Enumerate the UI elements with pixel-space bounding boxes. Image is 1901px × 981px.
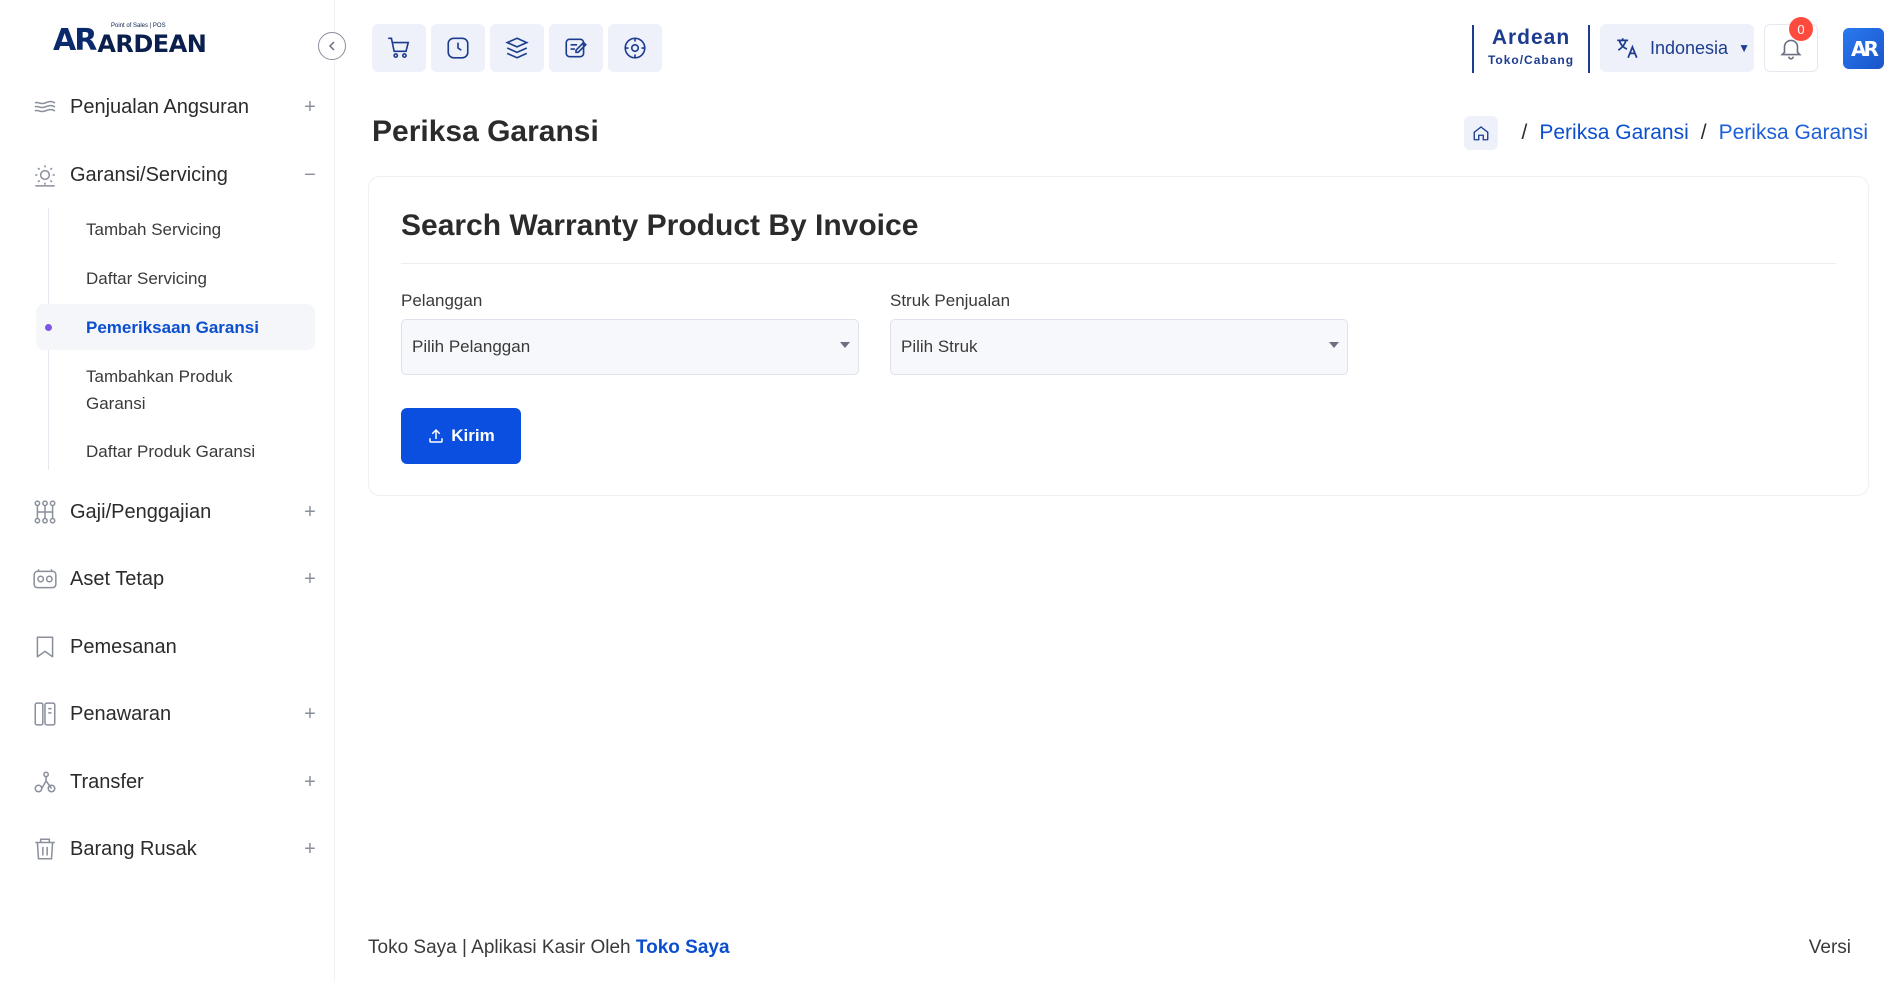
submit-button[interactable]: Kirim	[401, 408, 521, 464]
cart-icon	[388, 37, 410, 59]
sidebar-item-label: Gaji/Penggajian	[70, 500, 212, 523]
upload-icon	[429, 428, 444, 443]
submenu-item-label: Daftar Servicing	[86, 269, 207, 288]
sidebar: Point of Sales | POS AR ARDEAN Penjualan…	[0, 0, 335, 981]
sidebar-item-aset-tetap[interactable]: Aset Tetap +	[30, 559, 320, 599]
history-button[interactable]	[431, 24, 485, 72]
submenu-item-pemeriksaan-garansi[interactable]: Pemeriksaan Garansi	[36, 304, 315, 350]
sidebar-item-gaji-penggajian[interactable]: Gaji/Penggajian +	[30, 492, 320, 532]
hierarchy-icon	[30, 497, 60, 527]
breadcrumb-separator: /	[1700, 121, 1707, 144]
top-bar: Ardean Toko/Cabang Indonesia ▼ 0 AR	[336, 0, 1901, 98]
sidebar-item-label: Aset Tetap	[70, 567, 165, 590]
submenu-item-daftar-produk-garansi[interactable]: Daftar Produk Garansi	[36, 438, 315, 465]
card-title: Search Warranty Product By Invoice	[401, 209, 919, 242]
sidebar-item-label: Penjualan Angsuran	[70, 95, 250, 118]
caret-down-icon	[840, 342, 850, 348]
sidebar-item-label: Penawaran	[70, 702, 172, 725]
page-title: Periksa Garansi	[372, 115, 599, 148]
sidebar-item-transfer[interactable]: Transfer +	[30, 762, 320, 802]
customer-label: Pelanggan	[401, 291, 483, 310]
sidebar-item-garansi-servicing[interactable]: Garansi/Servicing −	[30, 155, 320, 195]
expand-icon: +	[304, 567, 316, 590]
card-divider	[401, 263, 1836, 264]
layers-icon	[505, 37, 529, 59]
logo[interactable]: Point of Sales | POS AR ARDEAN	[53, 23, 207, 58]
document-offer-icon	[30, 699, 60, 729]
stock-button[interactable]	[490, 24, 544, 72]
breadcrumb-current: Periksa Garansi	[1718, 121, 1868, 144]
active-dot-icon	[45, 323, 52, 331]
footer-brand-link[interactable]: Toko Saya	[636, 937, 730, 958]
store-selector[interactable]: Ardean Toko/Cabang	[1472, 25, 1590, 73]
breadcrumb-item[interactable]: Periksa Garansi	[1539, 121, 1688, 145]
submit-label: Kirim	[451, 426, 495, 445]
expand-icon: +	[304, 702, 316, 725]
home-icon	[1473, 126, 1488, 141]
expand-icon: +	[304, 500, 316, 523]
expand-icon: +	[304, 837, 316, 860]
breadcrumb: / Periksa Garansi / Periksa Garansi	[1463, 116, 1868, 150]
sidebar-item-label: Transfer	[70, 770, 144, 793]
asset-box-icon	[30, 564, 60, 594]
sidebar-item-penawaran[interactable]: Penawaran +	[30, 694, 320, 734]
speedometer-icon	[624, 37, 646, 59]
language-label: Indonesia	[1650, 37, 1729, 58]
sun-horizon-icon	[30, 160, 60, 190]
logo-text: ARDEAN	[97, 30, 207, 58]
expand-icon: +	[304, 770, 316, 793]
transfer-route-icon	[30, 767, 60, 797]
logo-tagline: Point of Sales | POS	[111, 23, 166, 29]
language-dropdown[interactable]: Indonesia ▼	[1600, 24, 1754, 72]
collapse-icon: −	[304, 163, 316, 186]
version-label: Versi	[1808, 937, 1851, 958]
chevron-left-icon	[328, 41, 335, 51]
warranty-search-card: Search Warranty Product By Invoice Pelan…	[368, 176, 1869, 496]
submenu-item-label: Tambah Servicing	[86, 220, 222, 239]
sidebar-item-barang-rusak[interactable]: Barang Rusak +	[30, 829, 320, 869]
sidebar-item-label: Garansi/Servicing	[70, 163, 228, 186]
store-type: Toko/Cabang	[1487, 53, 1575, 67]
caret-down-icon	[1329, 342, 1339, 348]
logo-mark: AR	[53, 23, 97, 58]
submenu-item-label: Daftar Produk Garansi	[86, 442, 256, 461]
store-name: Ardean	[1491, 26, 1571, 49]
breadcrumb-home[interactable]	[1463, 116, 1498, 150]
customer-select-value: Pilih Pelanggan	[412, 337, 531, 356]
dashboard-button[interactable]	[608, 24, 662, 72]
submenu-item-label: Tambahkan Produk Garansi	[86, 367, 233, 413]
submenu-item-tambah-servicing[interactable]: Tambah Servicing	[36, 216, 315, 243]
receipt-select-value: Pilih Struk	[901, 337, 978, 356]
notes-button[interactable]	[549, 24, 603, 72]
edit-note-icon	[565, 38, 587, 58]
submenu-item-daftar-servicing[interactable]: Daftar Servicing	[36, 265, 315, 292]
footer-text: Toko Saya | Aplikasi Kasir Oleh	[368, 937, 636, 958]
submenu-item-label: Pemeriksaan Garansi	[86, 317, 259, 337]
expand-icon: +	[304, 95, 316, 118]
layers-wave-icon	[30, 92, 60, 122]
trash-icon	[30, 834, 60, 864]
sidebar-item-penjualan-angsuran[interactable]: Penjualan Angsuran +	[30, 87, 320, 127]
notification-count-badge: 0	[1789, 17, 1813, 41]
sidebar-item-pemesanan[interactable]: Pemesanan	[30, 627, 320, 667]
pos-cart-button[interactable]	[372, 24, 426, 72]
sidebar-item-label: Barang Rusak	[70, 837, 197, 860]
bookmark-icon	[30, 632, 60, 662]
customer-select[interactable]: Pilih Pelanggan	[401, 319, 859, 375]
user-avatar[interactable]: AR	[1843, 28, 1884, 69]
receipt-select[interactable]: Pilih Struk	[890, 319, 1348, 375]
footer: Toko Saya | Aplikasi Kasir Oleh Toko Say…	[368, 937, 730, 959]
translate-icon	[1617, 38, 1638, 59]
receipt-label: Struk Penjualan	[890, 291, 1011, 310]
clock-icon	[447, 37, 469, 59]
submenu-item-tambahkan-produk-garansi[interactable]: Tambahkan Produk Garansi	[36, 362, 236, 418]
caret-down-icon: ▼	[1738, 41, 1750, 55]
breadcrumb-separator: /	[1521, 121, 1528, 144]
sidebar-item-label: Pemesanan	[70, 635, 177, 658]
sidebar-collapse-button[interactable]	[318, 32, 346, 60]
